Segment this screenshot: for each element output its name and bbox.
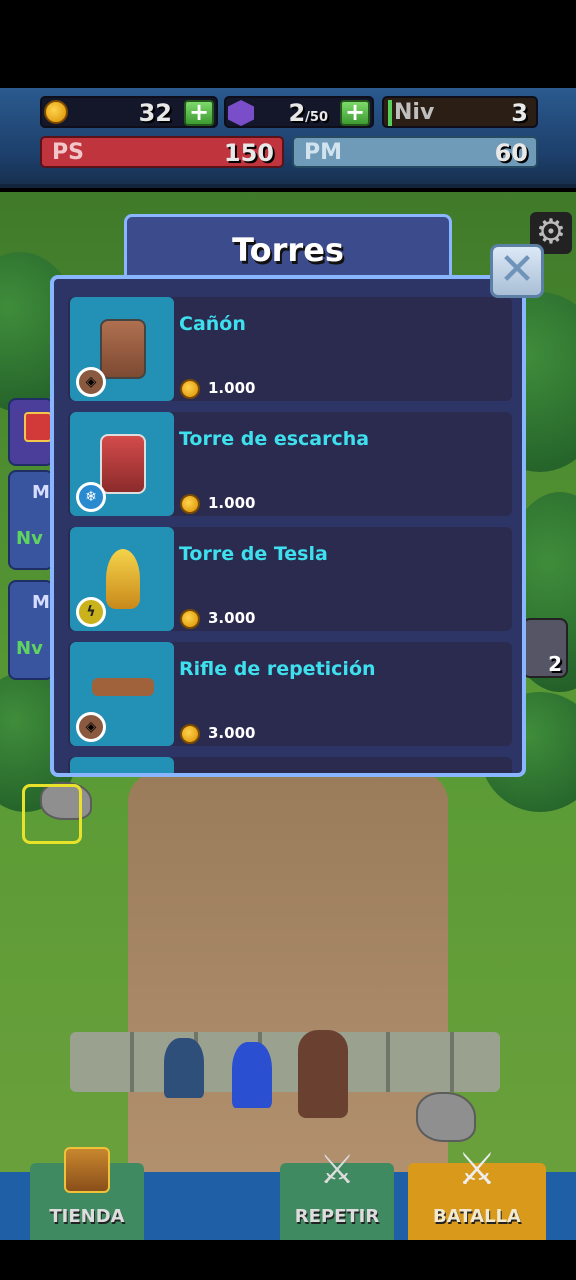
add-coins-button[interactable]: +: [184, 100, 214, 126]
pm-value: 60: [494, 139, 528, 167]
add-gems-button[interactable]: +: [340, 100, 370, 126]
warrior-hero[interactable]: [164, 1038, 204, 1098]
coin-icon: [180, 379, 200, 399]
price-amount: 3.000: [208, 609, 256, 627]
level-label: Niv: [394, 100, 435, 125]
side-card-2[interactable]: M Nv: [8, 580, 54, 680]
stone-wall: [70, 1032, 500, 1092]
frost-tower-icon: [100, 434, 146, 494]
target-badge-icon: ◈: [76, 712, 106, 742]
price-amount: 1.000: [208, 379, 256, 397]
crossed-swords-icon: ⚔: [457, 1144, 497, 1195]
status-bar: [0, 0, 576, 88]
tower-item-tesla[interactable]: ϟ Torre de Tesla 3.000: [68, 527, 512, 631]
potion-item[interactable]: 2: [522, 618, 568, 678]
side-card-letter: M: [32, 592, 50, 613]
tower-name: Rifle de repetición: [179, 658, 376, 680]
ps-value: 150: [223, 139, 274, 167]
cannon-icon: [100, 319, 146, 379]
pm-bar: PM 60: [292, 136, 538, 168]
dirt-path: [128, 772, 448, 1172]
ps-label: PS: [52, 140, 84, 165]
side-card-gift[interactable]: [8, 398, 54, 466]
mage-hero[interactable]: [232, 1042, 272, 1108]
tower-name: Cañón: [179, 313, 246, 335]
coin-icon: [44, 100, 68, 124]
tower-thumbnail: ◈: [70, 642, 174, 746]
gem-icon: [228, 100, 254, 126]
tower-thumbnail: ϟ: [70, 527, 174, 631]
level-progress: [388, 100, 392, 126]
shop-label: TIENDA: [49, 1206, 125, 1227]
rock: [416, 1092, 476, 1142]
coins-counter: 32 +: [40, 96, 218, 128]
coin-icon: [180, 609, 200, 629]
tesla-tower-icon: [106, 549, 140, 609]
tower-name: Torre de Tesla: [179, 543, 328, 565]
coins-value: 32: [138, 99, 172, 127]
tower-thumbnail: [70, 757, 174, 773]
side-card-level: Nv: [16, 638, 43, 659]
coin-icon: [180, 494, 200, 514]
battle-button[interactable]: ⚔ BATALLA: [408, 1147, 546, 1241]
side-card-1[interactable]: M Nv: [8, 470, 54, 570]
level-indicator: Niv 3: [382, 96, 538, 128]
snowflake-badge-icon: ❄: [76, 482, 106, 512]
potion-count: 2: [548, 652, 562, 676]
gems-max: /50: [305, 110, 328, 125]
top-hud: 32 + 2/50 + Niv 3 PS 150 PM 60: [0, 88, 576, 188]
repeat-label: REPETIR: [294, 1206, 380, 1227]
lightning-badge-icon: ϟ: [76, 597, 106, 627]
crossbow-icon: [92, 678, 154, 696]
side-card-letter: M: [32, 482, 50, 503]
cannon-tower[interactable]: [298, 1030, 348, 1118]
towers-modal: ◈ Cañón 1.000 ❄ Torre de escarcha 1.000 …: [50, 275, 526, 777]
shop-button[interactable]: TIENDA: [30, 1147, 144, 1241]
gift-icon: [24, 412, 52, 442]
tower-item-partial[interactable]: [68, 757, 512, 773]
tower-item-rifle[interactable]: ◈ Rifle de repetición 3.000: [68, 642, 512, 746]
side-card-level: Nv: [16, 528, 43, 549]
gems-value: 2/50: [288, 99, 328, 127]
tower-name: Torre de escarcha: [179, 428, 370, 450]
price-amount: 3.000: [208, 724, 256, 742]
gems-counter: 2/50 +: [224, 96, 374, 128]
system-nav-bar: [0, 1240, 576, 1280]
tower-thumbnail: ◈: [70, 297, 174, 401]
target-badge-icon: ◈: [76, 367, 106, 397]
treasure-chest-icon: [64, 1147, 110, 1193]
battle-label: BATALLA: [433, 1206, 521, 1227]
repeat-button[interactable]: ⚔ REPETIR: [280, 1147, 394, 1241]
close-icon[interactable]: ✕: [490, 244, 544, 298]
tower-slot-selected[interactable]: [22, 784, 82, 844]
modal-title: Torres: [232, 231, 344, 269]
modal-title-tab: Torres: [124, 214, 452, 284]
tower-item-canon[interactable]: ◈ Cañón 1.000: [68, 297, 512, 401]
level-value: 3: [511, 99, 528, 127]
tower-thumbnail: ❄: [70, 412, 174, 516]
price-amount: 1.000: [208, 494, 256, 512]
sword-icon: ⚔: [319, 1147, 355, 1193]
pm-label: PM: [304, 140, 343, 165]
coin-icon: [180, 724, 200, 744]
ps-bar: PS 150: [40, 136, 284, 168]
tower-item-frost[interactable]: ❄ Torre de escarcha 1.000: [68, 412, 512, 516]
gems-current: 2: [288, 99, 306, 127]
